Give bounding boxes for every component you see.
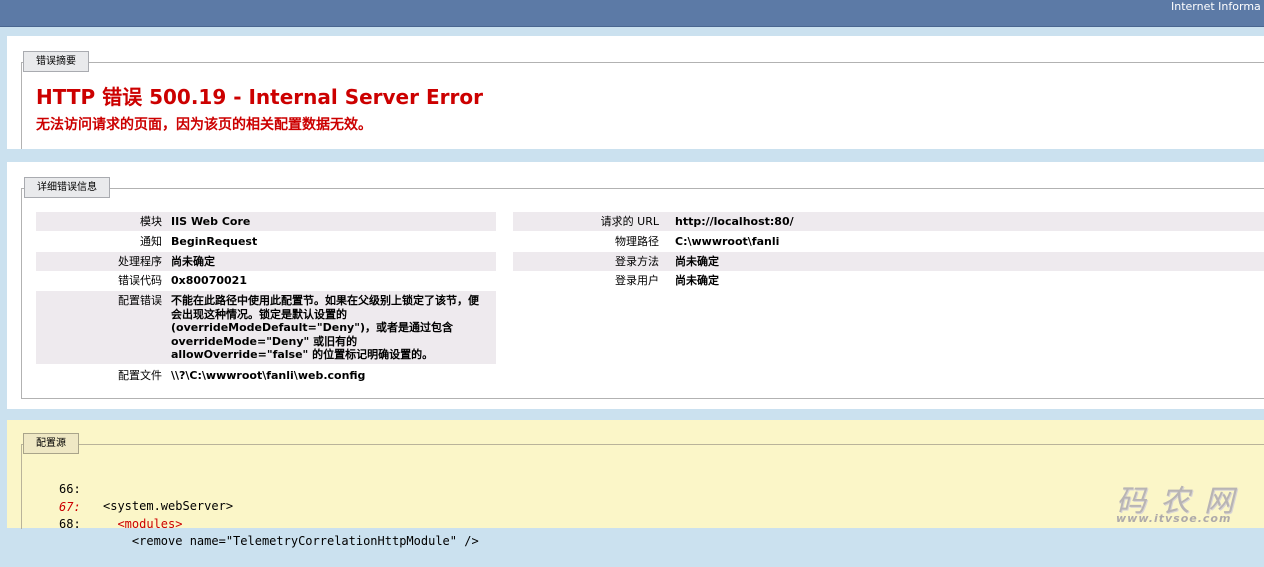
detail-label: 配置错误 xyxy=(118,294,162,307)
detail-label: 通知 xyxy=(140,235,162,248)
code-line-highlighted: 67: <modules> xyxy=(7,482,1107,531)
detail-row-handler: 处理程序 尚未确定 xyxy=(36,252,496,271)
detail-value: 不能在此路径中使用此配置节。如果在父级别上锁定了该节，便会出现这种情况。锁定是默… xyxy=(171,294,479,362)
detail-value: 尚未确定 xyxy=(675,274,719,287)
detail-value: 尚未确定 xyxy=(675,255,719,268)
code-line: 68: <remove name="TelemetryCorrelationHt… xyxy=(7,499,1107,548)
detail-label: 物理路径 xyxy=(615,235,659,248)
detail-value: 0x80070021 xyxy=(171,274,247,287)
detail-label: 模块 xyxy=(140,215,162,228)
detail-row-error-code: 错误代码 0x80070021 xyxy=(36,271,496,290)
code-line: 66: <system.webServer> xyxy=(7,464,1107,513)
code-line-text: <modules> xyxy=(103,517,183,531)
detail-value: http://localhost:80/ xyxy=(675,215,794,228)
detail-row-config-error: 配置错误 不能在此路径中使用此配置节。如果在父级别上锁定了该节，便会出现这种情况… xyxy=(36,291,496,364)
error-description: 无法访问请求的页面，因为该页的相关配置数据无效。 xyxy=(36,117,372,133)
site-watermark: 码农网 www.itvsoe.com xyxy=(1114,476,1260,526)
detailed-error-panel: 详细错误信息 模块 IIS Web Core 通知 BeginRequest 处… xyxy=(7,162,1264,409)
config-source-legend: 配置源 xyxy=(23,433,79,454)
banner-title: Internet Informa xyxy=(1171,0,1261,13)
detail-row-requested-url: 请求的 URL http://localhost:80/ xyxy=(513,212,1264,231)
detail-row-module: 模块 IIS Web Core xyxy=(36,212,496,231)
detail-value: C:\wwwroot\fanli xyxy=(675,235,780,248)
top-banner: Internet Informa xyxy=(0,0,1264,27)
error-summary-legend: 错误摘要 xyxy=(23,51,89,72)
detail-value: BeginRequest xyxy=(171,235,258,248)
detail-label: 处理程序 xyxy=(118,255,162,268)
code-line-text: <remove name="TelemetryCorrelationHttpMo… xyxy=(103,534,479,548)
detail-row-config-file: 配置文件 \\?\C:\wwwroot\fanli\web.config xyxy=(36,366,496,385)
detail-value: 尚未确定 xyxy=(171,255,215,268)
error-title: HTTP 错误 500.19 - Internal Server Error xyxy=(36,85,483,109)
detail-row-notification: 通知 BeginRequest xyxy=(36,232,496,251)
detail-value: \\?\C:\wwwroot\fanli\web.config xyxy=(171,369,366,382)
detail-value: IIS Web Core xyxy=(171,215,251,228)
detail-row-logon-user: 登录用户 尚未确定 xyxy=(513,271,1264,290)
config-source-panel: 配置源 66: <system.webServer> 67: <modules>… xyxy=(7,420,1264,548)
watermark-url: www.itvsoe.com xyxy=(1116,512,1232,525)
detail-label: 登录方法 xyxy=(615,255,659,268)
detail-label: 配置文件 xyxy=(118,369,162,382)
detail-label: 请求的 URL xyxy=(600,215,659,228)
detail-row-logon-method: 登录方法 尚未确定 xyxy=(513,252,1264,271)
detail-label: 错误代码 xyxy=(118,274,162,287)
error-summary-panel: 错误摘要 HTTP 错误 500.19 - Internal Server Er… xyxy=(7,36,1264,149)
detailed-error-legend: 详细错误信息 xyxy=(24,177,110,198)
detail-row-physical-path: 物理路径 C:\wwwroot\fanli xyxy=(513,232,1264,251)
code-line-number: 68: xyxy=(59,517,81,531)
detail-label: 登录用户 xyxy=(615,274,659,287)
